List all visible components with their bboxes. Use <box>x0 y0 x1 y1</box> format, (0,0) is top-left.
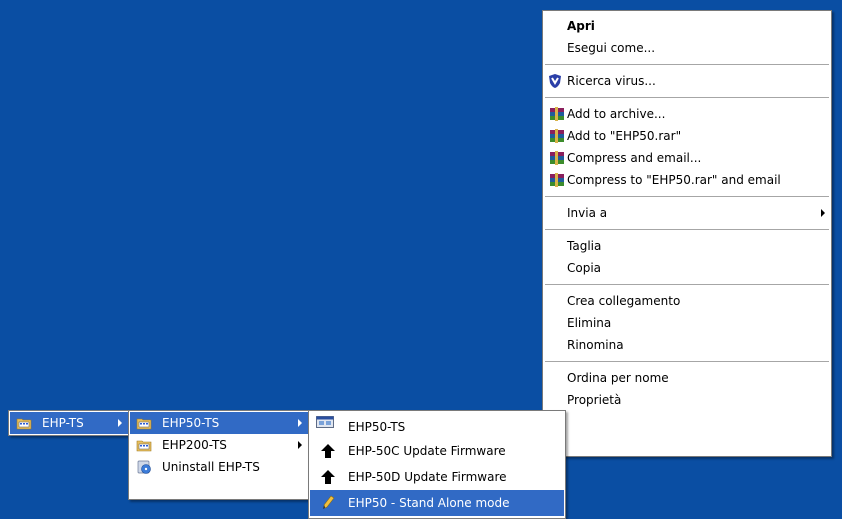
menu-item-label: EHP50 - Stand Alone mode <box>348 496 510 510</box>
menu-separator <box>545 64 829 65</box>
menu-item-ehp-50d-update-firmware[interactable]: EHP-50D Update Firmware <box>310 464 564 490</box>
winrar-icon <box>550 129 564 143</box>
shortcut-arrow-icon <box>321 470 335 484</box>
submenu-arrow-icon <box>298 441 302 449</box>
menu-item-label: Proprietà <box>567 393 622 407</box>
menu-item-ehp-50c-update-firmware[interactable]: EHP-50C Update Firmware <box>310 438 564 464</box>
pencil-icon <box>323 495 335 509</box>
menu-separator <box>545 361 829 362</box>
menu-item-invia-a[interactable]: Invia a <box>543 202 831 224</box>
menu-item-add-to-archive[interactable]: Add to archive... <box>543 103 831 125</box>
menu-item-label: Uninstall EHP-TS <box>162 460 260 474</box>
menu-item-elimina[interactable]: Elimina <box>543 312 831 334</box>
menu-item-label: Invia a <box>567 206 608 220</box>
menu-item-apri[interactable]: Apri <box>543 15 831 37</box>
menu-item-label: Add to "EHP50.rar" <box>567 129 682 143</box>
menu-item-ordina-per-nome[interactable]: Ordina per nome <box>543 367 831 389</box>
menu-separator <box>545 284 829 285</box>
menu-item-compress-to-rar-and-email[interactable]: Compress to "EHP50.rar" and email <box>543 169 831 191</box>
application-window-icon <box>316 416 334 428</box>
menu-item-ehp50-ts-app[interactable]: EHP50-TS <box>310 412 564 438</box>
submenu-arrow-icon <box>821 209 825 217</box>
menu-separator <box>545 229 829 230</box>
winrar-icon <box>550 107 564 121</box>
menu-item-label: Taglia <box>567 239 602 253</box>
start-submenu-level2: EHP50-TS EHP200-TS Uninstall EHP-TS <box>128 410 310 500</box>
menu-item-rinomina[interactable]: Rinomina <box>543 334 831 356</box>
menu-item-label: Copia <box>567 261 602 275</box>
winrar-icon <box>550 151 564 165</box>
menu-item-label: Ordina per nome <box>567 371 669 385</box>
antivirus-shield-icon <box>549 74 561 88</box>
menu-item-crea-collegamento[interactable]: Crea collegamento <box>543 290 831 312</box>
menu-item-label: Rinomina <box>567 338 624 352</box>
start-submenu-level3: EHP50-TS EHP-50C Update Firmware EHP-50D… <box>308 410 566 519</box>
menu-item-label: EHP200-TS <box>162 438 227 452</box>
menu-item-label: Compress to "EHP50.rar" and email <box>567 173 781 187</box>
menu-item-label: Apri <box>567 19 595 33</box>
menu-item-copia[interactable]: Copia <box>543 257 831 279</box>
menu-item-ehp50-ts[interactable]: EHP50-TS <box>130 412 308 434</box>
submenu-arrow-icon <box>298 419 302 427</box>
menu-item-add-to-rar[interactable]: Add to "EHP50.rar" <box>543 125 831 147</box>
menu-item-label: Compress and email... <box>567 151 702 165</box>
program-group-folder-icon <box>136 440 152 452</box>
menu-item-ehp50-stand-alone-mode[interactable]: EHP50 - Stand Alone mode <box>310 490 564 516</box>
menu-item-taglia[interactable]: Taglia <box>543 235 831 257</box>
menu-separator <box>545 196 829 197</box>
menu-item-label: EHP50-TS <box>162 416 220 430</box>
menu-item-label: Add to archive... <box>567 107 666 121</box>
menu-item-label: EHP-50D Update Firmware <box>348 470 507 484</box>
menu-item-proprieta[interactable]: Proprietà <box>543 389 831 411</box>
program-group-folder-icon <box>136 418 152 430</box>
menu-item-label: Elimina <box>567 316 612 330</box>
menu-item-label: EHP50-TS <box>348 420 406 434</box>
start-submenu-level1: EHP-TS <box>8 410 130 436</box>
context-menu: Apri Esegui come... Ricerca virus... Add… <box>542 10 832 457</box>
menu-item-label: EHP-TS <box>42 416 84 430</box>
menu-item-label: Ricerca virus... <box>567 74 656 88</box>
menu-item-compress-and-email[interactable]: Compress and email... <box>543 147 831 169</box>
menu-item-ehp200-ts[interactable]: EHP200-TS <box>130 434 308 456</box>
menu-item-uninstall-ehp-ts[interactable]: Uninstall EHP-TS <box>130 456 308 478</box>
menu-item-label: Crea collegamento <box>567 294 681 308</box>
menu-item-label: Esegui come... <box>567 41 656 55</box>
menu-item-esegui-come[interactable]: Esegui come... <box>543 37 831 59</box>
program-group-folder-icon <box>16 418 32 430</box>
menu-separator <box>545 97 829 98</box>
shortcut-arrow-icon <box>321 444 335 458</box>
menu-item-ehp-ts[interactable]: EHP-TS <box>10 412 128 434</box>
menu-item-label: EHP-50C Update Firmware <box>348 444 506 458</box>
submenu-arrow-icon <box>118 419 122 427</box>
uninstall-icon <box>137 460 151 474</box>
menu-item-ricerca-virus[interactable]: Ricerca virus... <box>543 70 831 92</box>
winrar-icon <box>550 173 564 187</box>
